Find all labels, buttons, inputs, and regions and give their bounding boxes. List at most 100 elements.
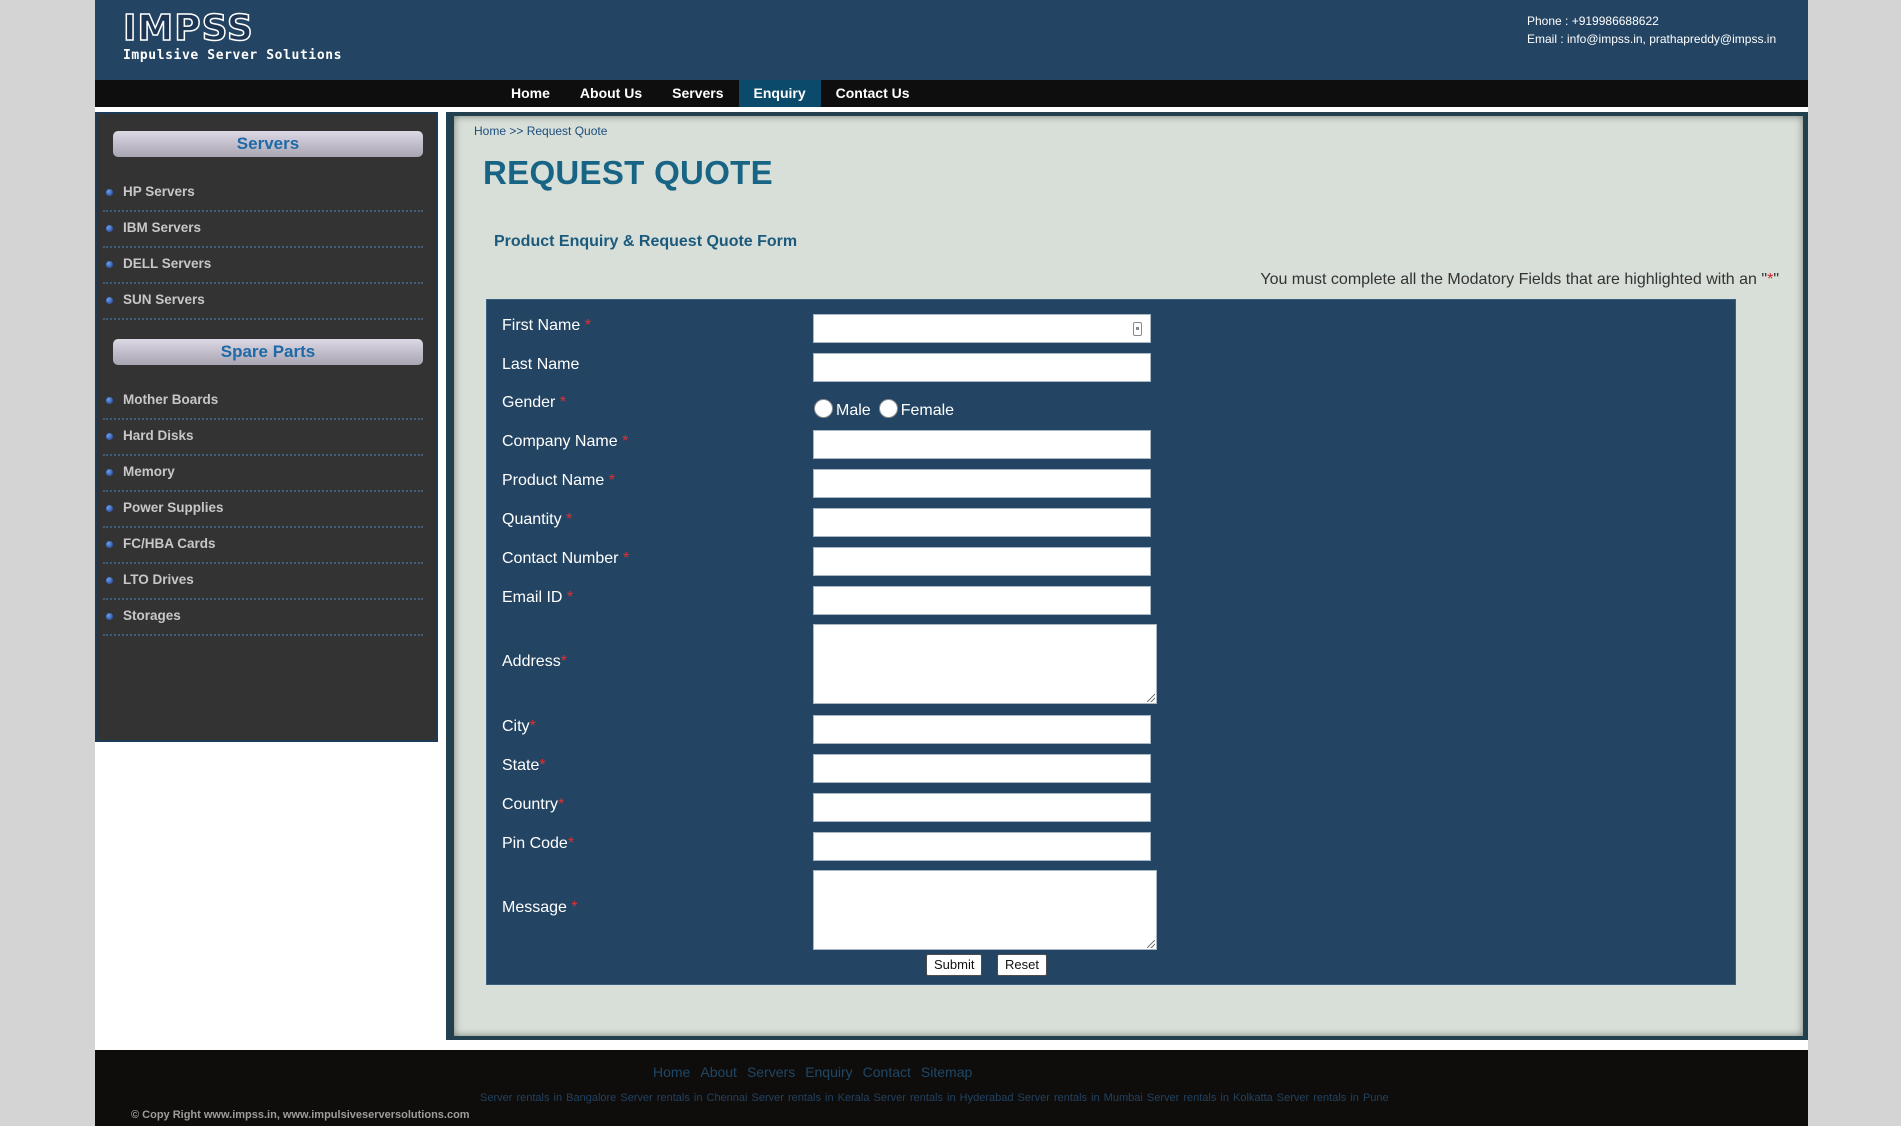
- main-content: Home >> Request Quote REQUEST QUOTE Prod…: [454, 116, 1803, 1036]
- pin-code-input[interactable]: [813, 832, 1151, 861]
- message-label: Message *: [502, 899, 578, 917]
- bullet-icon: [106, 189, 113, 196]
- sidebar-item-label: Storages: [123, 608, 181, 623]
- product-name-label: Product Name *: [502, 472, 615, 490]
- state-input[interactable]: [813, 754, 1151, 783]
- footer-seo-links[interactable]: Server rentals in Bangalore Server renta…: [480, 1092, 1389, 1104]
- page-wrapper: IMPSS Impulsive Server Solutions Phone :…: [95, 0, 1808, 1126]
- footer-link-sitemap[interactable]: Sitemap: [921, 1064, 972, 1080]
- required-fields-note: You must complete all the Modatory Field…: [1260, 271, 1779, 289]
- city-input[interactable]: [813, 715, 1151, 744]
- bullet-icon: [106, 261, 113, 268]
- company-name-input[interactable]: [813, 430, 1151, 459]
- required-star: *: [622, 550, 630, 567]
- required-star: *: [558, 796, 565, 813]
- resize-grip-icon[interactable]: [1147, 940, 1155, 948]
- logo-mark: IMPSS: [122, 8, 254, 49]
- required-star: *: [571, 899, 578, 916]
- quantity-input[interactable]: [813, 508, 1151, 537]
- header-contact: Phone : +919986688622 Email : info@impss…: [1527, 12, 1776, 48]
- sidebar-item-label: DELL Servers: [123, 256, 212, 271]
- label-text: Gender: [502, 394, 556, 411]
- address-textarea[interactable]: [813, 624, 1157, 704]
- footer-link-contact[interactable]: Contact: [863, 1064, 911, 1080]
- sidebar-item-memory[interactable]: Memory: [103, 456, 423, 492]
- label-text: City: [502, 718, 530, 735]
- sidebar-item-fc-hba-cards[interactable]: FC/HBA Cards: [103, 528, 423, 564]
- sidebar-item-label: Mother Boards: [123, 392, 219, 407]
- sidebar-item-dell-servers[interactable]: DELL Servers: [103, 248, 423, 284]
- sidebar-item-power-supplies[interactable]: Power Supplies: [103, 492, 423, 528]
- address-label: Address*: [502, 653, 567, 671]
- sidebar-item-label: FC/HBA Cards: [123, 536, 216, 551]
- label-text: Product Name: [502, 472, 605, 489]
- bullet-icon: [106, 397, 113, 404]
- sidebar-item-label: Memory: [123, 464, 175, 479]
- required-star: *: [560, 653, 567, 670]
- site-header: IMPSS Impulsive Server Solutions Phone :…: [95, 0, 1808, 80]
- footer-link-servers[interactable]: Servers: [747, 1064, 795, 1080]
- gender-male-label[interactable]: Male: [836, 402, 871, 420]
- sidebar-item-hp-servers[interactable]: HP Servers: [103, 176, 423, 212]
- logo-tagline: Impulsive Server Solutions: [123, 48, 343, 63]
- first-name-input[interactable]: [813, 314, 1151, 343]
- submit-button[interactable]: Submit: [926, 954, 983, 976]
- site-footer: Home About Servers Enquiry Contact Sitem…: [95, 1045, 1808, 1126]
- sidebar-item-label: SUN Servers: [123, 292, 205, 307]
- nav-home[interactable]: Home: [496, 80, 565, 107]
- sidebar-item-label: LTO Drives: [123, 572, 194, 587]
- sidebar-item-sun-servers[interactable]: SUN Servers: [103, 284, 423, 320]
- form-title: Product Enquiry & Request Quote Form: [494, 233, 798, 250]
- resize-grip-icon[interactable]: [1147, 694, 1155, 702]
- country-label: Country*: [502, 796, 564, 814]
- bullet-icon: [106, 297, 113, 304]
- message-textarea[interactable]: [813, 870, 1157, 950]
- autofill-icon[interactable]: [1133, 322, 1142, 336]
- footer-link-home[interactable]: Home: [653, 1064, 690, 1080]
- main-content-frame: Home >> Request Quote REQUEST QUOTE Prod…: [446, 112, 1808, 1040]
- label-text: Message: [502, 899, 567, 916]
- sidebar-item-storages[interactable]: Storages: [103, 600, 423, 636]
- gender-female-label[interactable]: Female: [901, 402, 954, 420]
- last-name-input[interactable]: [813, 353, 1151, 382]
- nav-servers[interactable]: Servers: [657, 80, 738, 107]
- bullet-icon: [106, 433, 113, 440]
- sidebar-servers-list: HP Servers IBM Servers DELL Servers SUN …: [103, 176, 423, 320]
- header-email: Email : info@impss.in, prathapreddy@imps…: [1527, 32, 1777, 46]
- email-id-input[interactable]: [813, 586, 1151, 615]
- reset-button[interactable]: Reset: [997, 954, 1047, 976]
- sidebar-item-label: HP Servers: [123, 184, 195, 199]
- label-text: Address: [502, 653, 561, 670]
- product-name-input[interactable]: [813, 469, 1151, 498]
- sidebar-parts-list: Mother Boards Hard Disks Memory Power Su…: [103, 384, 423, 636]
- footer-link-enquiry[interactable]: Enquiry: [805, 1064, 852, 1080]
- sidebar-item-hard-disks[interactable]: Hard Disks: [103, 420, 423, 456]
- bullet-icon: [106, 541, 113, 548]
- required-star: *: [566, 589, 574, 606]
- sidebar-heading-spare-parts: Spare Parts: [113, 339, 423, 365]
- bullet-icon: [106, 469, 113, 476]
- nav-enquiry[interactable]: Enquiry: [738, 80, 821, 107]
- bullet-icon: [106, 577, 113, 584]
- first-name-label: First Name *: [502, 317, 591, 335]
- sidebar-item-ibm-servers[interactable]: IBM Servers: [103, 212, 423, 248]
- sidebar: Servers HP Servers IBM Servers DELL Serv…: [95, 112, 438, 742]
- required-note-text: You must complete all the Modatory Field…: [1260, 271, 1757, 288]
- country-input[interactable]: [813, 793, 1151, 822]
- gender-female-radio[interactable]: [878, 399, 898, 418]
- contact-number-input[interactable]: [813, 547, 1151, 576]
- label-text: Company Name: [502, 433, 618, 450]
- footer-copyright: © Copy Right www.impss.in, www.impulsive…: [131, 1109, 470, 1121]
- nav-about-us[interactable]: About Us: [565, 80, 657, 107]
- company-name-label: Company Name *: [502, 433, 628, 451]
- sidebar-item-lto-drives[interactable]: LTO Drives: [103, 564, 423, 600]
- breadcrumb[interactable]: Home >> Request Quote: [474, 124, 607, 138]
- sidebar-item-label: IBM Servers: [123, 220, 202, 235]
- footer-link-about[interactable]: About: [700, 1064, 737, 1080]
- site-logo[interactable]: IMPSS Impulsive Server Solutions: [122, 8, 343, 64]
- required-star: *: [622, 433, 629, 450]
- nav-contact-us[interactable]: Contact Us: [821, 80, 925, 107]
- sidebar-item-mother-boards[interactable]: Mother Boards: [103, 384, 423, 420]
- gender-male-radio[interactable]: [814, 399, 833, 418]
- bullet-icon: [106, 225, 113, 232]
